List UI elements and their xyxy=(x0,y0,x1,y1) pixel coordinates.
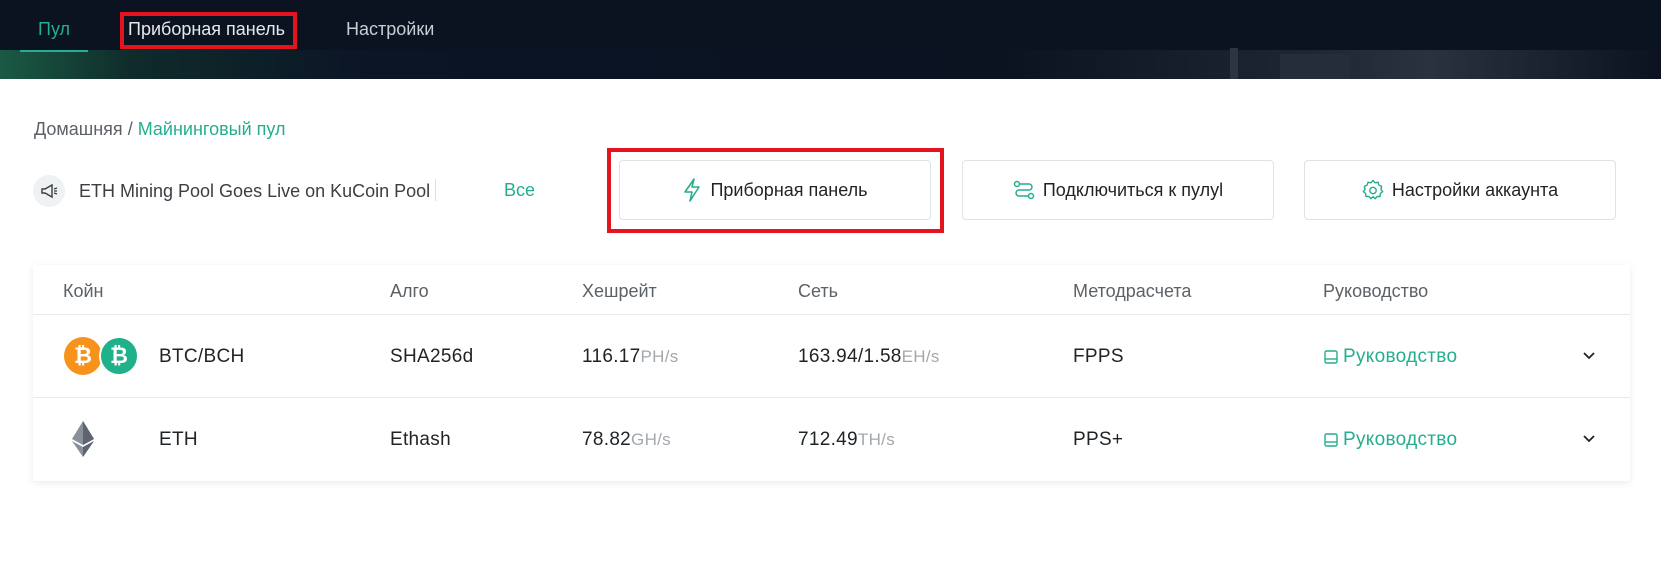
bch-icon: ₿ xyxy=(99,336,139,376)
network-value: 163.94/1.58EH/s xyxy=(798,346,940,368)
algo-value: Ethash xyxy=(390,429,451,450)
pool-table: Койн Алго Хешрейт Сеть Методрасчета Руко… xyxy=(33,265,1630,481)
column-header-guide: Руководство xyxy=(1323,281,1429,301)
account-settings-button[interactable]: Настройки аккаунта xyxy=(1304,160,1616,220)
method-value: FPPS xyxy=(1073,346,1124,367)
hashrate-unit: GH/s xyxy=(631,430,671,449)
lightning-icon xyxy=(684,178,701,202)
guide-link-label: Руководство xyxy=(1343,346,1458,367)
coin-icons: ₿ ₿ xyxy=(63,336,139,376)
banner-decoration xyxy=(1280,54,1350,79)
column-header-coin: Койн xyxy=(63,281,104,301)
dashboard-button[interactable]: Приборная панель xyxy=(619,160,931,220)
megaphone-icon xyxy=(33,175,65,207)
connect-icon xyxy=(1013,180,1035,200)
table-row[interactable]: ₿ ₿ BTC/BCH SHA256d 116.17PH/s 163.94/1.… xyxy=(33,315,1630,398)
table-header: Койн Алго Хешрейт Сеть Методрасчета Руко… xyxy=(33,265,1630,315)
divider xyxy=(435,179,436,201)
book-icon xyxy=(1324,433,1338,447)
gear-icon xyxy=(1362,179,1384,200)
eth-icon xyxy=(72,421,94,457)
nav-tab-dashboard[interactable]: Приборная панель xyxy=(128,0,285,52)
column-header-network: Сеть xyxy=(798,281,839,301)
hashrate-value: 116.17PH/s xyxy=(582,346,679,368)
column-header-method: Методрасчета xyxy=(1073,281,1192,301)
algo-value: SHA256d xyxy=(390,346,474,367)
connect-pool-button-label: Подключиться к пулуl xyxy=(1042,179,1224,200)
network-unit: EH/s xyxy=(901,347,940,366)
svg-text:₿: ₿ xyxy=(74,344,92,369)
hashrate-number: 116.17 xyxy=(582,346,641,367)
hashrate-unit: PH/s xyxy=(640,347,679,366)
nav-banner-gradient xyxy=(0,50,1661,79)
nav-tab-pool[interactable]: Пул xyxy=(19,0,89,52)
announcements-all-link[interactable]: Все xyxy=(504,180,535,201)
column-header-algo: Алго xyxy=(390,281,429,301)
breadcrumb-home[interactable]: Домашняя xyxy=(34,119,123,139)
coin-name: BTC/BCH xyxy=(159,346,245,367)
network-number: 163.94/1.58 xyxy=(798,346,902,367)
guide-link-label: Руководство xyxy=(1343,429,1458,450)
chevron-down-icon[interactable] xyxy=(1581,348,1597,364)
dashboard-button-label: Приборная панель xyxy=(710,179,868,200)
breadcrumb-separator: / xyxy=(127,119,133,139)
coin-icons xyxy=(68,419,98,459)
guide-link[interactable]: Руководство xyxy=(1323,429,1457,451)
banner-decoration xyxy=(1230,48,1238,79)
hashrate-number: 78.82 xyxy=(582,429,632,450)
coin-name: ETH xyxy=(159,429,198,450)
guide-link[interactable]: Руководство xyxy=(1323,346,1457,368)
nav-tab-settings[interactable]: Настройки xyxy=(346,0,434,52)
account-settings-button-label: Настройки аккаунта xyxy=(1391,179,1559,200)
breadcrumb-current: Майнинговый пул xyxy=(137,119,286,139)
hashrate-value: 78.82GH/s xyxy=(582,429,671,451)
column-header-hashrate: Хешрейт xyxy=(582,281,657,301)
announcement-text[interactable]: ETH Mining Pool Goes Live on KuCoin Pool xyxy=(79,181,430,202)
btc-icon: ₿ xyxy=(64,337,102,375)
network-value: 712.49TH/s xyxy=(798,429,895,451)
network-number: 712.49 xyxy=(798,429,858,450)
book-icon xyxy=(1324,350,1338,364)
chevron-down-icon[interactable] xyxy=(1581,431,1597,447)
network-unit: TH/s xyxy=(857,430,896,449)
connect-pool-button[interactable]: Подключиться к пулуl xyxy=(962,160,1274,220)
table-row[interactable]: ETH Ethash 78.82GH/s 712.49TH/s PPS+ Рук… xyxy=(33,398,1630,481)
top-nav-bar: Пул Приборная панель Настройки xyxy=(0,0,1661,79)
method-value: PPS+ xyxy=(1073,429,1124,450)
announcement: ETH Mining Pool Goes Live on KuCoin Pool xyxy=(33,174,430,208)
svg-text:₿: ₿ xyxy=(110,344,128,369)
breadcrumb: Домашняя / Майнинговый пул xyxy=(34,119,286,140)
